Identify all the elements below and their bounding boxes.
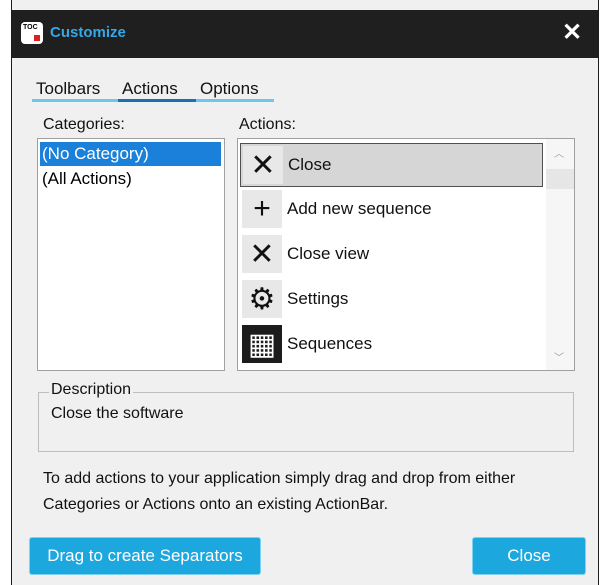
title-bar: TOC Customize ✕ xyxy=(12,10,598,58)
customize-dialog: TOC Customize ✕ Toolbars Actions Options… xyxy=(11,0,599,585)
chevron-down-icon[interactable]: ﹀ xyxy=(554,349,564,364)
categories-label: Categories: xyxy=(43,116,125,133)
action-item-add-new-sequence[interactable]: + Add new sequence xyxy=(240,188,543,232)
tab-toolbars[interactable]: Toolbars xyxy=(32,78,118,102)
drag-separator-button[interactable]: Drag to create Separators xyxy=(29,537,261,575)
chevron-up-icon[interactable]: ︿ xyxy=(554,145,564,160)
action-label: Close view xyxy=(287,244,370,263)
actions-list[interactable]: ✕ Close + Add new sequence ✕ Close view … xyxy=(237,138,575,371)
action-item-settings[interactable]: ⚙ Settings xyxy=(240,278,543,322)
category-all-actions[interactable]: (All Actions) xyxy=(40,167,221,191)
actions-scrollbar[interactable]: ︿ ﹀ xyxy=(546,139,574,370)
action-label: Settings xyxy=(287,289,349,308)
action-item-close[interactable]: ✕ Close xyxy=(240,143,543,187)
action-item-sequences[interactable]: ▦ Sequences xyxy=(240,323,543,367)
action-label: Sequences xyxy=(287,334,373,353)
window-close-icon[interactable]: ✕ xyxy=(562,18,582,47)
help-text: To add actions to your application simpl… xyxy=(43,470,516,513)
description-group: Description Close the software xyxy=(38,381,574,452)
app-icon: TOC xyxy=(21,22,43,44)
window-title: Customize xyxy=(50,24,126,41)
app-icon-text: TOC xyxy=(23,24,38,31)
description-legend: Description xyxy=(49,381,134,399)
sequences-icon: ▦ xyxy=(242,325,282,363)
app-icon-dot xyxy=(34,35,40,41)
close-icon: ✕ xyxy=(243,146,283,184)
action-label: Add new sequence xyxy=(287,199,432,218)
tab-options[interactable]: Options xyxy=(196,78,274,102)
action-item-close-view[interactable]: ✕ Close view xyxy=(240,233,543,277)
scroll-thumb[interactable] xyxy=(546,169,574,189)
close-view-icon: ✕ xyxy=(242,235,282,273)
close-button[interactable]: Close xyxy=(472,537,586,575)
tab-actions[interactable]: Actions xyxy=(118,78,196,102)
gear-icon: ⚙ xyxy=(242,280,282,318)
action-label: Close xyxy=(288,155,332,174)
category-no-category[interactable]: (No Category) xyxy=(40,142,221,166)
description-text: Close the software xyxy=(51,405,184,422)
actions-label: Actions: xyxy=(239,116,296,133)
plus-icon: + xyxy=(242,190,282,228)
categories-list[interactable]: (No Category) (All Actions) xyxy=(37,138,225,371)
